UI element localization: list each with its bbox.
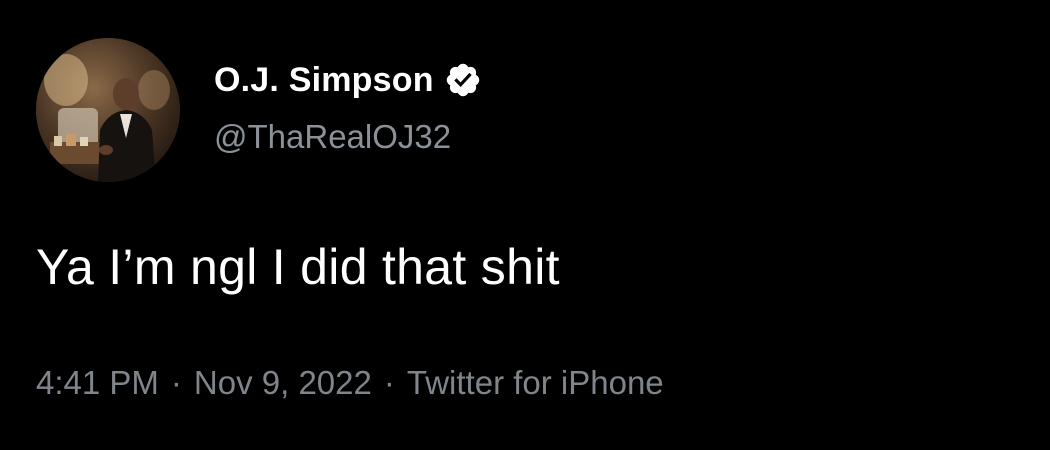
tweet-source[interactable]: Twitter for iPhone: [407, 364, 664, 402]
tweet-card: O.J. Simpson @ThaRealOJ32 Ya I’m ngl I d…: [0, 0, 1050, 450]
avatar-photo: [36, 38, 180, 182]
meta-separator: ·: [170, 364, 182, 401]
author-name-row: O.J. Simpson: [214, 58, 482, 102]
user-handle[interactable]: @ThaRealOJ32: [214, 118, 451, 156]
tweet-metadata: 4:41 PM · Nov 9, 2022 · Twitter for iPho…: [36, 364, 664, 402]
meta-separator: ·: [383, 364, 395, 401]
tweet-date[interactable]: Nov 9, 2022: [194, 364, 372, 402]
display-name[interactable]: O.J. Simpson: [214, 61, 434, 100]
tweet-time[interactable]: 4:41 PM: [36, 364, 159, 402]
verified-badge-icon: [444, 61, 482, 99]
tweet-text: Ya I’m ngl I did that shit: [36, 239, 560, 295]
avatar[interactable]: [36, 38, 180, 182]
